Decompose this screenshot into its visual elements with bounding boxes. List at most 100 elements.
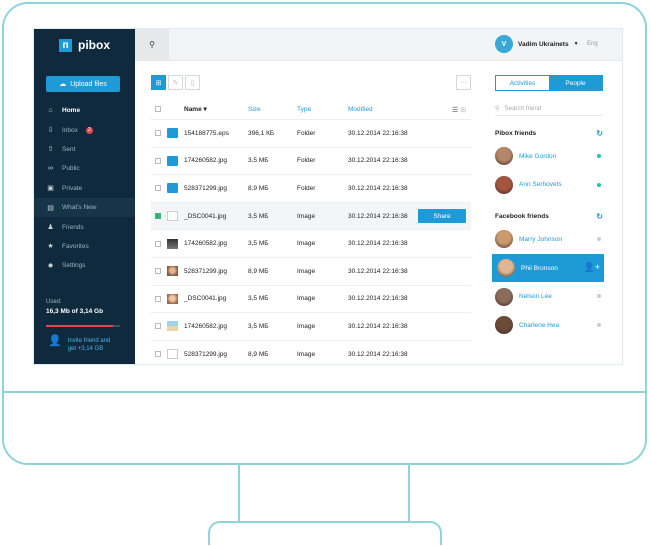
more-options-button[interactable]: ··· — [456, 75, 471, 90]
sidebar-item-public[interactable]: ∞ Public — [34, 159, 135, 178]
new-folder-button[interactable]: ⊞ — [151, 75, 166, 90]
table-body: 154188775.eps 396,1 КБ Folder 30.12.2014 22… — [151, 120, 471, 364]
topbar: ⚲ V Vadim Ukrainets ▼ Eng — [135, 29, 622, 61]
avatar — [495, 147, 513, 166]
tab-activities[interactable]: Activities — [496, 76, 549, 90]
row-checkbox[interactable] — [155, 268, 161, 275]
edit-icon: ✎ — [172, 79, 179, 87]
friend-item[interactable]: Marry Johnson — [493, 225, 603, 254]
select-all-checkbox[interactable] — [155, 106, 161, 112]
sidebar-item-settings[interactable]: ✹ Settings — [34, 256, 135, 275]
add-friend-icon[interactable]: 👤+ — [584, 262, 600, 273]
row-checkbox[interactable] — [155, 157, 161, 164]
column-name[interactable]: Name ▾ — [184, 105, 248, 113]
sidebar-item-favorites[interactable]: ★ Favorites — [34, 237, 135, 256]
table-row[interactable]: 154188775.eps 396,1 КБ Folder 30.12.2014 22… — [151, 120, 471, 148]
delete-button[interactable]: ▯ — [185, 75, 200, 90]
file-name[interactable]: 528371299.jpg — [184, 268, 248, 275]
app-screen: п pibox ☁ Upload files ⌂ Home ⇩ Inbox 2 ⇧ Sent… — [33, 28, 623, 365]
people-panel: Activities People ⚲ Search friend Pibox … — [492, 75, 604, 340]
grid-view-icon[interactable]: ⊞ — [460, 107, 466, 114]
lock-icon: ▣ — [47, 185, 54, 193]
file-table: Name ▾ Size Type Modified 154188775.eps 3… — [151, 99, 471, 364]
link-icon: ∞ — [48, 165, 53, 173]
file-name[interactable]: 174260582.jpg — [184, 240, 248, 247]
file-name[interactable]: 528371299.jpg — [184, 185, 248, 192]
file-icon — [167, 211, 178, 222]
language-selector[interactable]: Eng — [587, 41, 598, 47]
tab-people[interactable]: People — [549, 76, 602, 90]
user-menu[interactable]: V Vadim Ukrainets ▼ — [495, 35, 579, 53]
column-size[interactable]: Size — [248, 106, 297, 113]
image-thumbnail — [167, 293, 178, 304]
table-row[interactable]: 174260582.jpg 3,5 МБ Image 30.12.2014 22:16… — [151, 313, 471, 341]
list-view-icon[interactable]: ☰ — [452, 107, 458, 114]
file-name[interactable]: 174260582.jpg — [184, 323, 248, 330]
friend-search-field[interactable]: ⚲ Search friend — [495, 101, 603, 116]
sidebar-item-friends[interactable]: ♟ Friends — [34, 217, 135, 236]
refresh-icon[interactable]: ↻ — [596, 129, 603, 138]
sidebar-item-private[interactable]: ▣ Private — [34, 179, 135, 198]
file-name[interactable]: 528371299.jpg — [184, 351, 248, 358]
table-row[interactable]: 528371299.jpg 8,9 МБ Image 30.12.2014 22:16… — [151, 341, 471, 364]
sidebar-item-what-s-new[interactable]: ▤ What's New — [34, 197, 135, 218]
avatar: V — [495, 35, 513, 53]
table-row[interactable]: 174260582.jpg 3,5 МБ Folder 30.12.2014 22:1… — [151, 148, 471, 176]
sidebar-item-home[interactable]: ⌂ Home — [34, 101, 135, 120]
search-icon: ⚲ — [495, 104, 500, 112]
avatar — [495, 287, 513, 306]
friend-item[interactable]: Ann Serhovets — [493, 171, 603, 200]
thumb-cell — [167, 211, 184, 222]
row-checkbox[interactable] — [155, 323, 161, 330]
star-icon: ★ — [47, 243, 54, 251]
column-type[interactable]: Type — [297, 106, 348, 113]
logo[interactable]: п pibox — [59, 38, 110, 52]
file-modified: 30.12.2014 22:16:38 — [348, 240, 408, 248]
friend-item[interactable]: Mike Gordon — [493, 142, 603, 171]
friend-item[interactable]: Charlene Hea — [493, 311, 603, 340]
file-type: Folder — [297, 157, 316, 165]
share-button[interactable]: Share — [418, 209, 466, 224]
row-checkbox[interactable] — [155, 130, 161, 137]
row-checkbox[interactable] — [155, 295, 161, 302]
edit-button[interactable]: ✎ — [168, 75, 183, 90]
thumb-cell — [167, 321, 184, 332]
file-modified: 30.12.2014 22:16:38 — [348, 212, 408, 220]
table-row[interactable]: _DSC0041.jpg 3,5 МБ Image 30.12.2014 22:16:… — [151, 202, 471, 231]
sidebar-item-inbox[interactable]: ⇩ Inbox 2 — [34, 120, 135, 139]
refresh-icon[interactable]: ↻ — [596, 212, 603, 221]
sidebar-item-sent[interactable]: ⇧ Sent — [34, 140, 135, 159]
search-button[interactable]: ⚲ — [135, 29, 169, 60]
row-check-cell — [151, 268, 167, 275]
file-size: 8,9 МБ — [248, 350, 269, 358]
image-thumbnail — [167, 266, 178, 277]
avatar — [495, 316, 513, 335]
sidebar-item-label: What's New — [62, 204, 97, 212]
usage-bar — [46, 325, 120, 327]
row-checkbox[interactable] — [155, 213, 161, 220]
file-modified: 30.12.2014 22:16:38 — [348, 267, 408, 275]
table-row[interactable]: 528371299.jpg 8,9 МБ Folder 30.12.2014 22:1… — [151, 175, 471, 203]
row-check-cell — [151, 130, 167, 137]
table-row[interactable]: 528371299.jpg 8,9 МБ Image 30.12.2014 22:16… — [151, 258, 471, 286]
sidebar-item-label: Inbox — [62, 126, 78, 134]
view-toggle[interactable]: ☰ ⊞ — [452, 106, 466, 114]
invite-line-2: get +3,14 GB — [67, 346, 104, 352]
table-row[interactable]: 174260582.jpg 3,5 МБ Image 30.12.2014 22:16… — [151, 230, 471, 258]
invite-friend-link[interactable]: 👤 Invite friend and get +3,14 GB — [48, 336, 110, 353]
sidebar-item-label: Private — [62, 184, 83, 192]
column-modified[interactable]: Modified — [348, 106, 418, 113]
row-checkbox[interactable] — [155, 240, 161, 247]
friend-item[interactable]: Phil Bronson 👤+ — [492, 253, 604, 283]
file-modified: 30.12.2014 22:16:38 — [348, 129, 408, 137]
upload-files-button[interactable]: ☁ Upload files — [46, 76, 120, 92]
file-toolbar: ⊞ ✎ ▯ — [151, 75, 200, 90]
table-row[interactable]: _DSC0041.jpg 3,5 МБ Image 30.12.2014 22:16:… — [151, 286, 471, 314]
friend-item[interactable]: Nelson Lee — [493, 282, 603, 311]
file-name[interactable]: 154188775.eps — [184, 130, 248, 137]
file-name[interactable]: _DSC0041.jpg — [184, 213, 248, 220]
file-name[interactable]: _DSC0041.jpg — [184, 295, 248, 302]
row-checkbox[interactable] — [155, 185, 161, 192]
row-checkbox[interactable] — [155, 351, 161, 358]
file-name[interactable]: 174260582.jpg — [184, 157, 248, 164]
